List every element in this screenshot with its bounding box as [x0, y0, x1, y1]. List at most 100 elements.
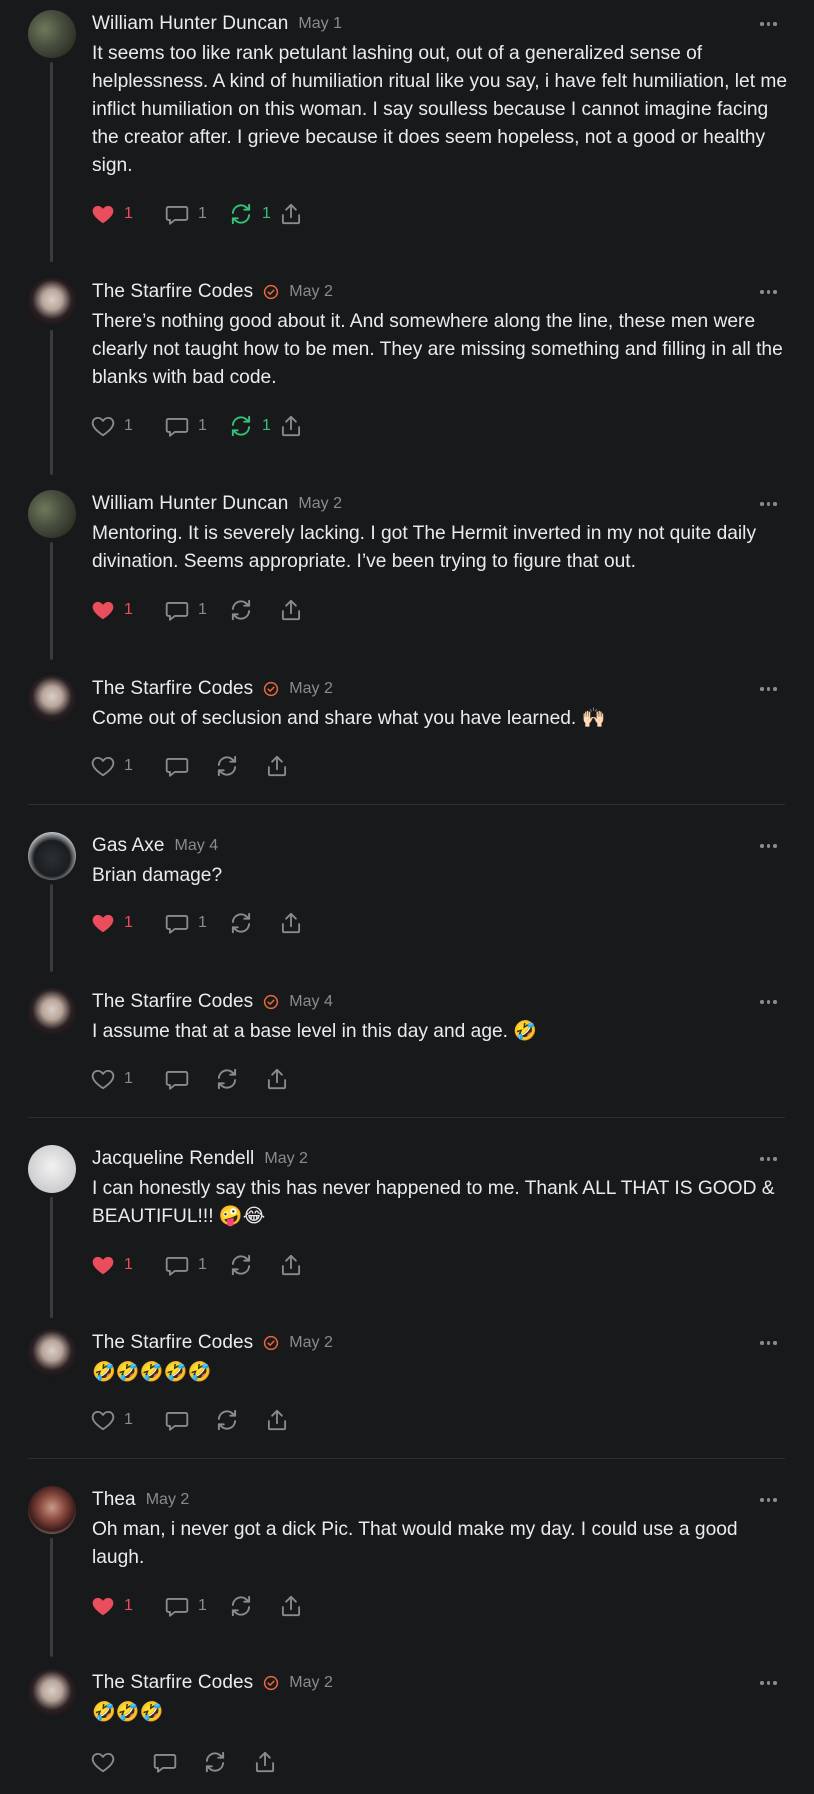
comment-date[interactable]: May 2 — [289, 1674, 333, 1692]
comment-text: It seems too like rank petulant lashing … — [92, 43, 788, 176]
heart-fill-glyph — [90, 201, 116, 227]
author-name[interactable]: The Starfire Codes — [92, 1332, 253, 1354]
restack-count: 1 — [262, 417, 271, 434]
more-options-icon[interactable] — [760, 1151, 780, 1167]
share-button[interactable] — [278, 910, 318, 936]
like-button[interactable]: 1 — [90, 1066, 164, 1092]
like-button[interactable] — [90, 1749, 152, 1775]
comment-date[interactable]: May 4 — [175, 837, 219, 855]
more-options-icon[interactable] — [760, 284, 780, 300]
like-button[interactable]: 1 — [90, 1593, 164, 1619]
avatar[interactable] — [28, 1669, 76, 1717]
share-button[interactable] — [278, 1252, 318, 1278]
avatar[interactable] — [28, 832, 76, 880]
more-options-icon[interactable] — [760, 16, 780, 32]
reply-button[interactable]: 1 — [164, 413, 228, 439]
share-button[interactable] — [278, 597, 318, 623]
verified-badge-icon — [263, 681, 279, 697]
restack-button[interactable] — [214, 753, 264, 779]
comment-header: William Hunter Duncan May 1 — [92, 10, 342, 38]
restack-button[interactable]: 1 — [228, 413, 278, 439]
comment-date[interactable]: May 2 — [298, 495, 342, 513]
like-button[interactable]: 1 — [90, 597, 164, 623]
more-options-icon[interactable] — [760, 1675, 780, 1691]
share-button[interactable] — [264, 753, 304, 779]
author-name[interactable]: William Hunter Duncan — [92, 493, 288, 515]
author-name[interactable]: The Starfire Codes — [92, 991, 253, 1013]
bubble-glyph — [164, 413, 190, 439]
share-button[interactable] — [278, 413, 318, 439]
reply-button[interactable] — [164, 753, 214, 779]
more-options-icon[interactable] — [760, 496, 780, 512]
comment-date[interactable]: May 2 — [289, 680, 333, 698]
avatar[interactable] — [28, 988, 76, 1036]
like-button[interactable]: 1 — [90, 413, 164, 439]
comment-date[interactable]: May 2 — [146, 1491, 190, 1509]
more-options-icon[interactable] — [760, 994, 780, 1010]
like-button[interactable]: 1 — [90, 201, 164, 227]
comment-date[interactable]: May 2 — [264, 1150, 308, 1168]
comment-header: Thea May 2 — [92, 1486, 189, 1514]
author-name[interactable]: The Starfire Codes — [92, 678, 253, 700]
like-button[interactable]: 1 — [90, 1252, 164, 1278]
heart-glyph — [90, 753, 116, 779]
share-button[interactable] — [264, 1066, 304, 1092]
restack-button[interactable] — [228, 910, 278, 936]
restack-button[interactable] — [228, 1252, 278, 1278]
author-name[interactable]: The Starfire Codes — [92, 1672, 253, 1694]
comment-text: Oh man, i never got a dick Pic. That wou… — [92, 1519, 738, 1568]
heart-icon — [90, 1749, 116, 1775]
reply-button[interactable]: 1 — [164, 910, 228, 936]
author-name[interactable]: Jacqueline Rendell — [92, 1148, 254, 1170]
avatar[interactable] — [28, 278, 76, 326]
restack-button[interactable]: 1 — [228, 201, 278, 227]
author-name[interactable]: Gas Axe — [92, 835, 165, 857]
avatar[interactable] — [28, 490, 76, 538]
restack-button[interactable] — [228, 597, 278, 623]
bubble-glyph — [152, 1749, 178, 1775]
author-name[interactable]: The Starfire Codes — [92, 281, 253, 303]
restack-button[interactable] — [214, 1407, 264, 1433]
comment-header: Gas Axe May 4 — [92, 832, 218, 860]
restack-button[interactable] — [214, 1066, 264, 1092]
share-button[interactable] — [264, 1407, 304, 1433]
heart-icon — [90, 1593, 116, 1619]
share-button[interactable] — [278, 201, 318, 227]
avatar[interactable] — [28, 10, 76, 58]
restack-button[interactable] — [228, 1593, 278, 1619]
reply-button[interactable] — [164, 1066, 214, 1092]
more-options-icon[interactable] — [760, 1335, 780, 1351]
comment-text: Mentoring. It is severely lacking. I got… — [92, 523, 757, 572]
reply-button[interactable]: 1 — [164, 1593, 228, 1619]
share-button[interactable] — [278, 1593, 318, 1619]
reply-button[interactable]: 1 — [164, 201, 228, 227]
reply-button[interactable] — [164, 1407, 214, 1433]
heart-icon — [90, 413, 116, 439]
author-name[interactable]: William Hunter Duncan — [92, 13, 288, 35]
reply-button[interactable]: 1 — [164, 597, 228, 623]
avatar[interactable] — [28, 1329, 76, 1377]
reply-button[interactable] — [152, 1749, 202, 1775]
avatar[interactable] — [28, 1486, 76, 1534]
more-options-icon[interactable] — [760, 838, 780, 854]
like-button[interactable]: 1 — [90, 910, 164, 936]
restack-glyph — [214, 1066, 240, 1092]
comment-date[interactable]: May 2 — [289, 1334, 333, 1352]
avatar[interactable] — [28, 675, 76, 723]
like-button[interactable]: 1 — [90, 753, 164, 779]
avatar[interactable] — [28, 1145, 76, 1193]
comment-text: Brian damage? — [92, 865, 223, 886]
share-button[interactable] — [252, 1749, 292, 1775]
more-options-icon[interactable] — [760, 681, 780, 697]
reply-button[interactable]: 1 — [164, 1252, 228, 1278]
comment-date[interactable]: May 4 — [289, 993, 333, 1011]
bubble-glyph — [164, 1066, 190, 1092]
comment-date[interactable]: May 2 — [289, 283, 333, 301]
like-button[interactable]: 1 — [90, 1407, 164, 1433]
author-name[interactable]: Thea — [92, 1489, 136, 1511]
share-icon — [264, 753, 290, 779]
comment-icon — [164, 413, 190, 439]
restack-button[interactable] — [202, 1749, 252, 1775]
more-options-icon[interactable] — [760, 1492, 780, 1508]
comment-date[interactable]: May 1 — [298, 15, 342, 33]
